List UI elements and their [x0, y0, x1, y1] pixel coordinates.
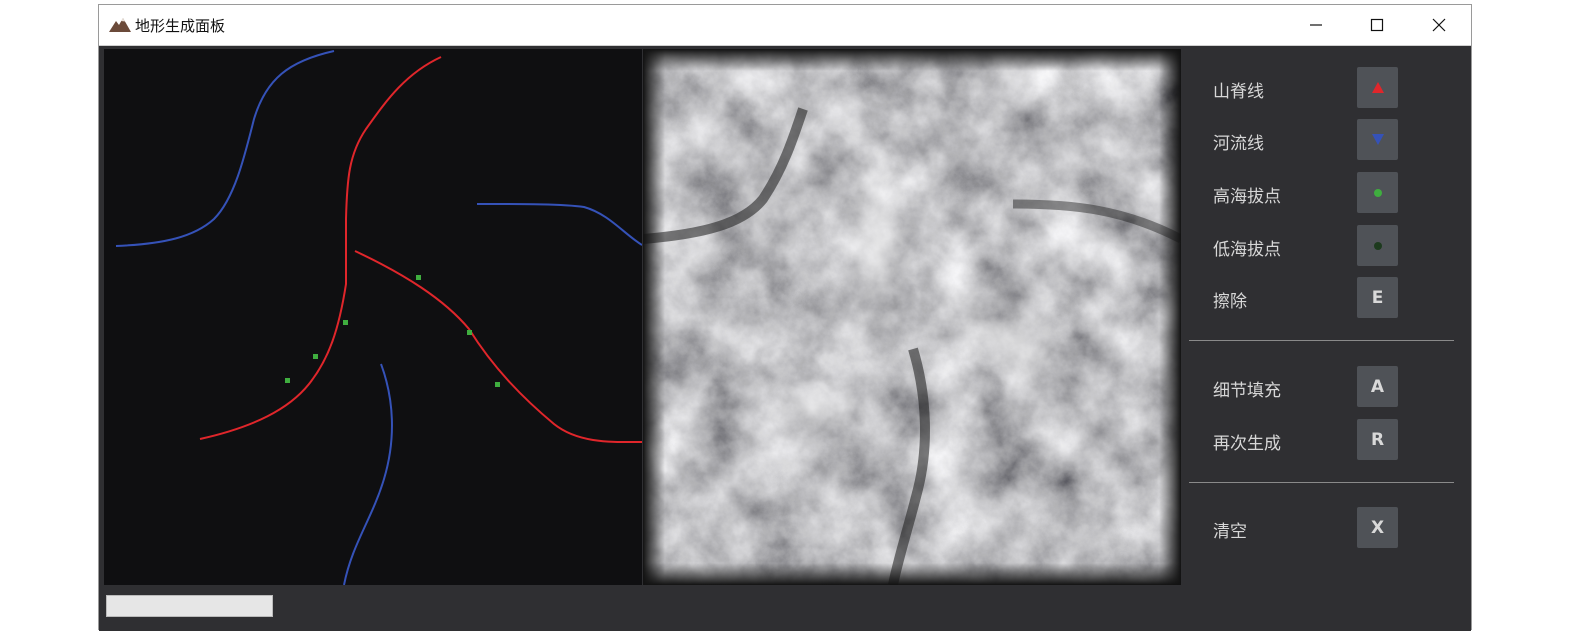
tool-row-high-point: 高海拔点 — [1184, 172, 1469, 214]
ridge-line — [354, 250, 642, 444]
tool-row-clear: 清空 X — [1184, 507, 1469, 549]
river-line — [115, 50, 335, 247]
status-bar — [99, 587, 1471, 631]
minimize-icon — [1310, 24, 1322, 26]
tool-divider — [1189, 482, 1454, 483]
maximize-icon — [1370, 18, 1384, 32]
tool-divider — [1189, 340, 1454, 341]
high-point — [313, 354, 318, 359]
window-title: 地形生成面板 — [135, 17, 226, 35]
minimize-button[interactable] — [1286, 5, 1346, 45]
ridge-line — [199, 56, 442, 440]
tool-row-erase: 擦除 E — [1184, 277, 1469, 319]
low-point-label: 低海拔点 — [1213, 240, 1281, 260]
title-bar[interactable]: 地形生成面板 — [99, 5, 1471, 46]
close-button[interactable] — [1409, 5, 1469, 45]
red-up-triangle-icon — [1371, 82, 1384, 93]
tool-row-river: 河流线 — [1184, 119, 1469, 161]
tool-row-low-point: 低海拔点 — [1184, 225, 1469, 267]
tool-row-ridge: 山脊线 — [1184, 67, 1469, 109]
tool-panel: 山脊线 河流线 高海拔点 低海拔点 擦除 E 细节填充 A 再次生成 R 清空 … — [1184, 49, 1469, 585]
green-dot-icon — [1373, 188, 1382, 197]
close-icon — [1432, 18, 1446, 32]
clear-button[interactable]: X — [1357, 507, 1398, 548]
detail-fill-button[interactable]: A — [1357, 366, 1398, 407]
river-label: 河流线 — [1213, 134, 1264, 154]
tool-row-detail-fill: 细节填充 A — [1184, 366, 1469, 408]
high-point-tool-button[interactable] — [1357, 172, 1398, 213]
high-point-label: 高海拔点 — [1213, 187, 1281, 207]
high-point — [495, 382, 500, 387]
blue-down-triangle-icon — [1371, 134, 1384, 145]
erase-tool-button[interactable]: E — [1357, 277, 1398, 318]
terrain-window: 地形生成面板 山脊线 河流线 高海拔点 低海拔点 擦除 E 细节填充 A 再次生… — [98, 4, 1472, 631]
regenerate-label: 再次生成 — [1213, 434, 1281, 454]
high-point — [467, 330, 472, 335]
river-tool-button[interactable] — [1357, 119, 1398, 160]
clear-label: 清空 — [1213, 522, 1247, 542]
erase-label: 擦除 — [1213, 292, 1247, 312]
high-point — [416, 275, 421, 280]
river-line — [476, 203, 642, 246]
heightmap-preview — [643, 49, 1181, 585]
regenerate-button[interactable]: R — [1357, 419, 1398, 460]
dark-dot-icon — [1373, 241, 1382, 250]
tool-row-regenerate: 再次生成 R — [1184, 419, 1469, 461]
low-point-tool-button[interactable] — [1357, 225, 1398, 266]
ridge-label: 山脊线 — [1213, 82, 1264, 102]
sketch-canvas[interactable] — [104, 49, 642, 585]
mountain-icon — [109, 18, 131, 32]
high-point — [343, 320, 348, 325]
ridge-tool-button[interactable] — [1357, 67, 1398, 108]
progress-bar — [106, 595, 273, 617]
river-line — [343, 363, 393, 585]
high-point — [285, 378, 290, 383]
maximize-button[interactable] — [1347, 5, 1407, 45]
detail-fill-label: 细节填充 — [1213, 381, 1281, 401]
